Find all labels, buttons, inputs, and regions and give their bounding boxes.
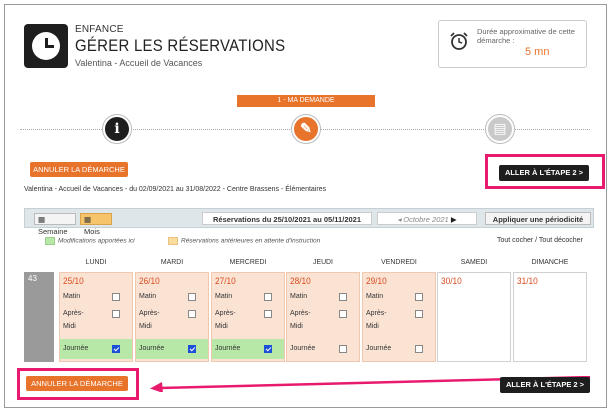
reservation-range: Réservations du 25/10/2021 au 05/11/2021: [202, 212, 372, 225]
slot-apres-label: Après-: [63, 310, 84, 317]
checkbox-apres-midi[interactable]: [188, 310, 196, 318]
checkbox-journee[interactable]: [188, 345, 196, 353]
cancel-button-bottom[interactable]: ANNULER LA DÉMARCHE: [26, 376, 128, 391]
slot-apres-label: Après-: [366, 310, 387, 317]
slot-matin-label: Matin: [139, 293, 157, 300]
apply-periodicity-button[interactable]: Appliquer une périodicité: [485, 212, 591, 225]
legend-modified: Modifications apportées ici: [45, 237, 135, 245]
day-header-mercredi: MERCREDI: [229, 257, 267, 266]
day-header-dimanche: DIMANCHE: [531, 257, 569, 266]
step-info: i: [103, 115, 131, 143]
day-cell: 29/10 Matin Après- Midi Journée: [362, 272, 436, 362]
day-cell: 28/10 Matin Après- Midi Journée: [286, 272, 360, 362]
pencil-icon: ✎: [300, 121, 312, 137]
step-document: ▤: [486, 115, 514, 143]
checkbox-matin[interactable]: [112, 293, 120, 301]
slot-apres-label: Après-: [290, 310, 311, 317]
check-links: Tout cocher / Tout décocher: [497, 237, 583, 244]
document-icon: ▤: [493, 121, 507, 137]
slot-apres-label: Après-: [139, 310, 160, 317]
day-header-samedi: SAMEDI: [460, 257, 488, 266]
info-icon: i: [114, 121, 120, 137]
slot-matin-label: Matin: [366, 293, 384, 300]
month-view-label: Mois: [84, 227, 100, 236]
next-step-button-top[interactable]: ALLER À L'ÉTAPE 2 >: [499, 165, 589, 181]
cancel-button-top[interactable]: ANNULER LA DÉMARCHE: [30, 162, 128, 177]
week-view-button[interactable]: ▦ Semaine: [34, 213, 76, 236]
checkbox-matin[interactable]: [415, 293, 423, 301]
checkbox-journee[interactable]: [264, 345, 272, 353]
slot-journee-label: Journée: [290, 345, 316, 352]
legend-pending: Réservations antérieures en attente d'in…: [168, 237, 320, 245]
legend-swatch-pending: [168, 237, 178, 245]
next-month-icon[interactable]: ▶: [451, 215, 457, 224]
checkbox-apres-midi[interactable]: [264, 310, 272, 318]
checkbox-matin[interactable]: [264, 293, 272, 301]
slot-journee-label: Journée: [366, 345, 392, 352]
day-date: 31/10: [517, 276, 538, 286]
day-date: 26/10: [139, 276, 160, 286]
checkbox-journee[interactable]: [415, 345, 423, 353]
current-step-label: 1 - MA DEMANDE: [237, 95, 375, 107]
checkbox-journee[interactable]: [112, 345, 120, 353]
checkbox-matin[interactable]: [339, 293, 347, 301]
day-date: 27/10: [215, 276, 236, 286]
day-date: 28/10: [290, 276, 311, 286]
calendar-icon: ▦: [38, 215, 46, 224]
slot-midi-label: Midi: [215, 323, 228, 330]
check-separator: /: [535, 237, 538, 244]
slot-journee-label: Journée: [60, 339, 132, 359]
checkbox-matin[interactable]: [188, 293, 196, 301]
slot-journee-label: Journée: [136, 339, 208, 359]
duration-label: Durée approximative de cette démarche :: [477, 27, 575, 45]
checkbox-apres-midi[interactable]: [112, 310, 120, 318]
context-line: Valentina - Accueil de Vacances - du 02/…: [24, 186, 327, 193]
day-cell: 26/10 Matin Après- Midi Journée: [135, 272, 209, 362]
page-title: GÉRER LES RÉSERVATIONS: [75, 36, 286, 55]
day-cell: 25/10 Matin Après- Midi Journée: [59, 272, 133, 362]
slot-midi-label: Midi: [366, 323, 379, 330]
day-header-lundi: LUNDI: [85, 257, 107, 266]
month-view-button[interactable]: ▦ Mois: [80, 213, 112, 236]
week-number: 43: [24, 272, 54, 362]
slot-journee-label: Journée: [212, 339, 284, 359]
duration-value: 5 mn: [525, 46, 550, 58]
slot-midi-label: Midi: [139, 323, 152, 330]
day-header-jeudi: JEUDI: [313, 257, 333, 266]
duration-box: Durée approximative de cette démarche : …: [438, 20, 587, 68]
slot-midi-label: Midi: [63, 323, 76, 330]
day-date: 25/10: [63, 276, 84, 286]
step-edit: ✎: [292, 115, 320, 143]
page-subtitle: Valentina - Accueil de Vacances: [75, 58, 203, 68]
month-label: Octobre 2021: [403, 215, 449, 224]
day-header-vendredi: VENDREDI: [381, 257, 417, 266]
slot-matin-label: Matin: [215, 293, 233, 300]
day-date: 29/10: [366, 276, 387, 286]
legend-modified-label: Modifications apportées ici: [58, 237, 135, 245]
day-cell: 30/10: [437, 272, 511, 362]
checkbox-apres-midi[interactable]: [339, 310, 347, 318]
page-category: ENFANCE: [75, 24, 124, 35]
alarm-clock-icon: [450, 32, 468, 50]
day-header-mardi: MARDI: [160, 257, 184, 266]
month-navigator[interactable]: ◂ Octobre 2021 ▶: [377, 212, 477, 225]
legend-pending-label: Réservations antérieures en attente d'in…: [181, 237, 321, 245]
calendar-icon: ▦: [84, 215, 92, 224]
week-view-label: Semaine: [38, 227, 68, 236]
clock-logo-icon: [24, 24, 68, 68]
day-cell: 27/10 Matin Après- Midi Journée: [211, 272, 285, 362]
day-date: 30/10: [441, 276, 462, 286]
day-cell: 31/10: [513, 272, 587, 362]
next-step-button-bottom[interactable]: ALLER À L'ÉTAPE 2 >: [500, 377, 590, 393]
checkbox-journee[interactable]: [339, 345, 347, 353]
legend-swatch-modified: [45, 237, 55, 245]
calendar-toolbar: ▦ Semaine ▦ Mois Réservations du 25/10/2…: [24, 208, 594, 236]
checkbox-apres-midi[interactable]: [415, 310, 423, 318]
slot-matin-label: Matin: [290, 293, 308, 300]
slot-apres-label: Après-: [215, 310, 236, 317]
slot-matin-label: Matin: [63, 293, 81, 300]
slot-midi-label: Midi: [290, 323, 303, 330]
check-all-link[interactable]: Tout cocher: [497, 237, 533, 244]
uncheck-all-link[interactable]: Tout décocher: [539, 237, 583, 244]
